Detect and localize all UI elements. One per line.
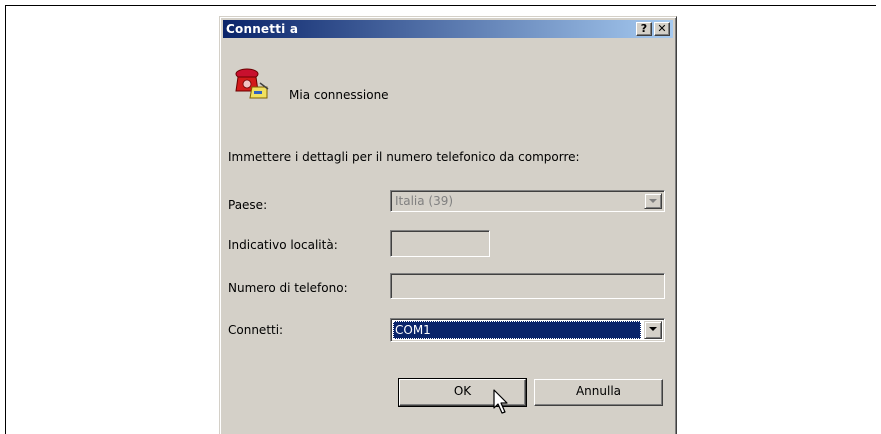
mouse-pointer-icon (493, 389, 508, 414)
country-dropdown-button[interactable] (644, 193, 662, 209)
area-code-field[interactable] (390, 230, 490, 257)
dialog-title: Connetti a (226, 22, 299, 36)
connect-dropdown-button[interactable] (644, 321, 662, 339)
connection-name: Mia connessione (289, 88, 389, 102)
area-code-label: Indicativo località: (228, 238, 338, 252)
help-button[interactable]: ? (636, 22, 652, 36)
country-select[interactable]: Italia (39) (390, 190, 665, 212)
phone-number-field[interactable] (390, 273, 665, 299)
title-bar[interactable]: Connetti a ? ✕ (223, 20, 673, 38)
telephone-icon (235, 68, 269, 99)
close-icon: ✕ (657, 22, 667, 35)
frame-left-border (5, 5, 6, 434)
country-value: Italia (39) (395, 194, 454, 208)
connect-using-select[interactable]: COM1 (390, 318, 665, 342)
connect-dialog: Connetti a ? ✕ Mia connessione Immettere… (219, 16, 677, 434)
frame-top-border (6, 5, 876, 6)
instruction-text: Immettere i dettagli per il numero telef… (228, 150, 580, 164)
phone-number-label: Numero di telefono: (228, 281, 348, 295)
country-label: Paese: (228, 198, 268, 212)
cancel-button[interactable]: Annulla (534, 379, 663, 406)
connect-using-label: Connetti: (228, 323, 284, 337)
connect-using-value: COM1 (393, 321, 641, 339)
close-button[interactable]: ✕ (654, 22, 670, 36)
chevron-down-icon (649, 327, 657, 331)
chevron-down-icon (649, 199, 657, 203)
